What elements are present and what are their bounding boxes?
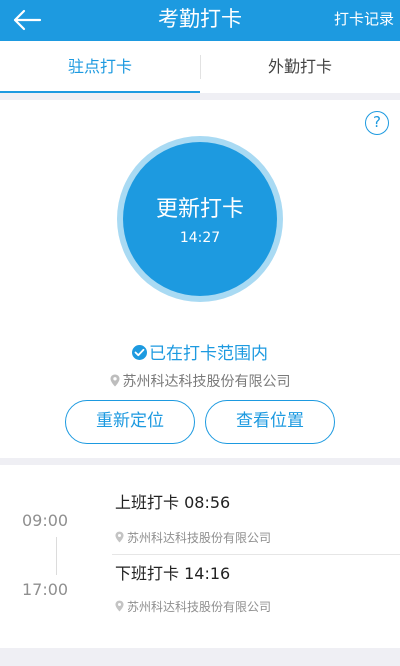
punch-button-label: 更新打卡 xyxy=(155,197,244,222)
view-location-button[interactable]: 查看位置 xyxy=(205,400,335,444)
work-end-time: 17:00 xyxy=(22,580,69,599)
company-name: 苏州科达科技股份有限公司 xyxy=(122,374,291,390)
update-punch-button[interactable]: 更新打卡 14:27 xyxy=(123,142,277,296)
clock-in-address-text: 苏州科达科技股份有限公司 xyxy=(127,531,272,545)
location-pin-icon xyxy=(115,530,124,548)
clock-out-address-text: 苏州科达科技股份有限公司 xyxy=(127,600,272,614)
company-location: 苏州科达科技股份有限公司 xyxy=(0,371,400,394)
tab-field-punch[interactable]: 外勤打卡 xyxy=(200,41,400,93)
punch-records: 09:00 17:00 上班打卡 08:56 苏州科达科技股份有限公司 下班打卡… xyxy=(0,465,400,648)
active-tab-indicator xyxy=(0,91,200,93)
punch-record-link[interactable]: 打卡记录 xyxy=(334,8,394,30)
check-circle-icon xyxy=(132,345,147,360)
record-divider xyxy=(112,554,400,555)
question-icon[interactable]: ? xyxy=(365,111,389,135)
punch-current-time: 14:27 xyxy=(179,230,221,246)
location-pin-icon xyxy=(110,372,120,394)
app-header: 考勤打卡 打卡记录 xyxy=(0,0,400,41)
clock-out-record: 下班打卡 14:16 xyxy=(115,564,231,583)
relocate-button[interactable]: 重新定位 xyxy=(65,400,195,444)
tab-bar: 驻点打卡 外勤打卡 xyxy=(0,41,400,93)
location-pin-icon xyxy=(115,599,124,617)
range-status: 已在打卡范围内 xyxy=(0,342,400,366)
timeline-connector xyxy=(56,537,57,575)
punch-card: ? 更新打卡 14:27 已在打卡范围内 苏州科达科技股份有限公司 重新定位 查… xyxy=(0,100,400,458)
tab-station-punch[interactable]: 驻点打卡 xyxy=(0,41,200,93)
clock-in-record: 上班打卡 08:56 xyxy=(115,493,231,512)
clock-in-address: 苏州科达科技股份有限公司 xyxy=(115,529,271,548)
work-start-time: 09:00 xyxy=(22,511,69,530)
range-status-text: 已在打卡范围内 xyxy=(149,344,268,364)
clock-out-address: 苏州科达科技股份有限公司 xyxy=(115,598,271,617)
